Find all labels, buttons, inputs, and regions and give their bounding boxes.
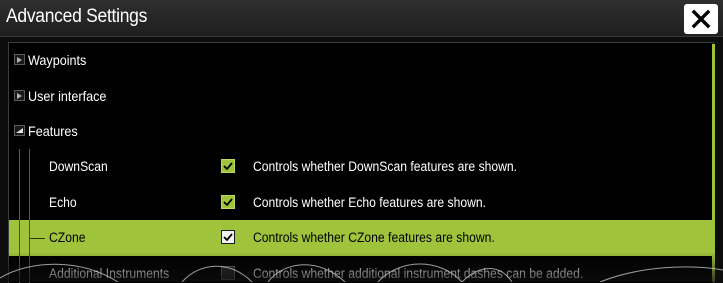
- tree-node-label: Waypoints: [28, 52, 87, 68]
- feature-row-echo[interactable]: Echo Controls whether Echo features are …: [9, 185, 713, 221]
- tree-node-label: User interface: [28, 88, 107, 104]
- tree-connector: [29, 238, 45, 239]
- feature-description: Controls whether DownScan features are s…: [253, 159, 518, 174]
- window-title: Advanced Settings: [6, 6, 148, 27]
- tree-node-user-interface[interactable]: User interface: [9, 79, 713, 115]
- feature-description: Controls whether CZone features are show…: [253, 230, 495, 245]
- tree-connector: [19, 185, 20, 221]
- feature-row-downscan[interactable]: DownScan Controls whether DownScan featu…: [9, 149, 713, 185]
- feature-row-czone[interactable]: CZone Controls whether CZone features ar…: [9, 220, 713, 256]
- triangle-down-icon[interactable]: [14, 125, 25, 136]
- tree-connector: [29, 149, 30, 185]
- feature-checkbox[interactable]: [221, 230, 235, 244]
- feature-description: Controls whether Echo features are shown…: [253, 195, 487, 210]
- close-button[interactable]: [684, 4, 718, 34]
- feature-checkbox[interactable]: [221, 195, 235, 209]
- checkmark-icon: [223, 233, 233, 241]
- tree-node-waypoints[interactable]: Waypoints: [9, 43, 713, 79]
- feature-name: DownScan: [49, 159, 108, 174]
- feature-checkbox[interactable]: [221, 159, 235, 173]
- title-bar: Advanced Settings: [0, 0, 723, 37]
- checkmark-icon: [223, 162, 233, 170]
- checkmark-icon: [223, 198, 233, 206]
- tree-node-label: Features: [28, 123, 78, 139]
- scrollbar[interactable]: [712, 44, 715, 282]
- settings-tree: Waypoints User interface Features DownSc…: [8, 42, 714, 283]
- close-icon: [691, 9, 711, 29]
- tree-connector: [19, 220, 20, 256]
- tree-connector: [29, 185, 30, 221]
- triangle-right-icon[interactable]: [14, 90, 25, 101]
- feature-name: CZone: [49, 230, 86, 245]
- feature-name: Echo: [49, 195, 77, 210]
- triangle-right-icon[interactable]: [14, 54, 25, 65]
- decorative-arcs: [0, 263, 723, 282]
- tree-connector: [19, 149, 20, 185]
- tree-node-features[interactable]: Features: [9, 114, 713, 150]
